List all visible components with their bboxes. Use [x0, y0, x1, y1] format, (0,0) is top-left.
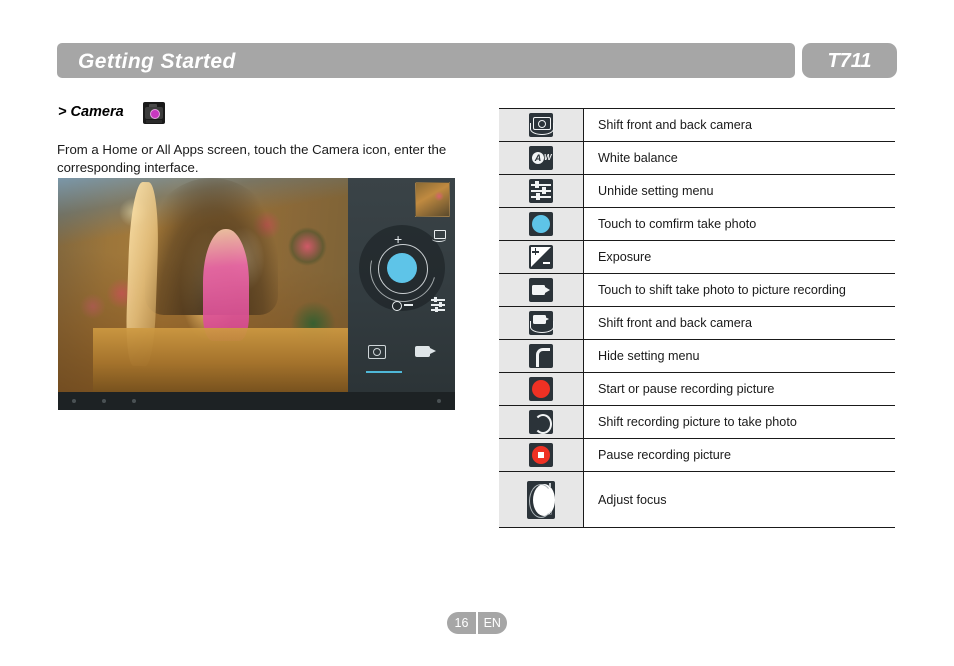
- table-row: Shift front and back camera: [499, 307, 895, 340]
- panel-flip-camera-icon[interactable]: [432, 230, 446, 242]
- model-label: T711: [827, 50, 872, 72]
- scene-ledge: [92, 327, 348, 392]
- icon-cell: [499, 373, 584, 405]
- description-cell: Hide setting menu: [598, 349, 700, 363]
- icon-cell: [499, 109, 584, 141]
- table-row: Start or pause recording picture: [499, 373, 895, 406]
- hide-menu-icon: [529, 344, 553, 368]
- viewfinder-preview: [58, 178, 348, 392]
- table-row: Pause recording picture: [499, 439, 895, 472]
- model-badge: T711: [802, 43, 897, 78]
- table-row: Shift recording picture to take photo: [499, 406, 895, 439]
- icon-cell: [499, 406, 584, 438]
- camera-icon-lens: [150, 109, 160, 119]
- back-to-photo-icon: [529, 410, 553, 434]
- description-cell: Shift front and back camera: [598, 118, 753, 132]
- camera-icon-base: [146, 120, 162, 123]
- icon-cell: 0: [499, 472, 584, 527]
- description-cell: White balance: [598, 151, 678, 165]
- video-camera-icon: [529, 278, 553, 302]
- tab-photo-mode[interactable]: [356, 342, 402, 373]
- record-button-icon: [529, 377, 553, 401]
- icon-cell: [499, 175, 584, 207]
- icon-cell: [499, 439, 584, 471]
- description-cell: Touch to shift take photo to picture rec…: [598, 283, 846, 297]
- icon-cell: [499, 340, 584, 372]
- table-row: Touch to shift take photo to picture rec…: [499, 274, 895, 307]
- shutter-button-icon: [529, 212, 553, 236]
- shutter-button[interactable]: [387, 253, 417, 283]
- icon-cell: [499, 274, 584, 306]
- zoom-in-icon[interactable]: +: [394, 232, 402, 246]
- page-number: 16: [454, 616, 469, 630]
- table-row: Touch to comfirm take photo: [499, 208, 895, 241]
- description-cell: Exposure: [598, 250, 652, 264]
- active-tab-indicator: [366, 370, 402, 373]
- flip-video-camera-icon: [529, 311, 554, 335]
- icon-cell: [499, 208, 584, 240]
- icon-cell: [499, 241, 584, 273]
- photo-mode-icon: [368, 345, 386, 359]
- camera-icon-legend-table: Shift front and back camera AW White bal…: [499, 108, 895, 528]
- tab-video-mode[interactable]: [405, 342, 445, 368]
- table-row: AW White balance: [499, 142, 895, 175]
- nav-recents-icon[interactable]: [132, 399, 136, 403]
- flip-camera-icon: [529, 113, 554, 137]
- description-cell: Shift front and back camera: [598, 316, 753, 330]
- section-heading: > Camera: [58, 104, 124, 120]
- pause-recording-icon: [529, 443, 553, 467]
- video-mode-icon: [415, 346, 436, 357]
- instruction-paragraph: From a Home or All Apps screen, touch th…: [57, 142, 447, 175]
- camera-control-panel: +: [348, 178, 455, 392]
- camera-app-icon: [143, 102, 165, 124]
- title-bar: Getting Started: [57, 43, 795, 78]
- language-label: EN: [483, 616, 501, 630]
- description-cell: Unhide setting menu: [598, 184, 714, 198]
- nav-back-icon[interactable]: [72, 399, 76, 403]
- camera-interface-screenshot: +: [58, 178, 455, 410]
- settings-sliders-icon: [529, 179, 553, 203]
- page-header: Getting Started T711: [57, 43, 897, 78]
- nav-menu-icon[interactable]: [437, 399, 441, 403]
- description-cell: Pause recording picture: [598, 448, 732, 462]
- description-cell: Touch to comfirm take photo: [598, 217, 757, 231]
- adjust-focus-icon: 0: [527, 480, 555, 519]
- scene-figure: [203, 229, 250, 341]
- description-cell: Shift recording picture to take photo: [598, 415, 797, 429]
- table-row: Hide setting menu: [499, 340, 895, 373]
- table-row: 0 Adjust focus: [499, 472, 895, 528]
- description-cell: Start or pause recording picture: [598, 382, 775, 396]
- zoom-out-icon[interactable]: [404, 304, 413, 306]
- description-cell: Adjust focus: [598, 492, 667, 507]
- page-title: Getting Started: [78, 50, 236, 73]
- exposure-icon: [529, 245, 553, 269]
- panel-settings-icon[interactable]: [431, 297, 445, 312]
- zoom-handle-icon[interactable]: [392, 301, 402, 311]
- table-row: Shift front and back camera: [499, 108, 895, 142]
- table-row: Unhide setting menu: [499, 175, 895, 208]
- icon-cell: AW: [499, 142, 584, 174]
- icon-cell: [499, 307, 584, 339]
- nav-home-icon[interactable]: [102, 399, 106, 403]
- mode-tabs: [348, 342, 455, 373]
- page-footer: 16 EN: [447, 612, 507, 634]
- auto-white-balance-icon: AW: [529, 146, 553, 170]
- android-navigation-bar: [58, 392, 455, 410]
- table-row: Exposure: [499, 241, 895, 274]
- last-photo-thumbnail[interactable]: [415, 182, 450, 217]
